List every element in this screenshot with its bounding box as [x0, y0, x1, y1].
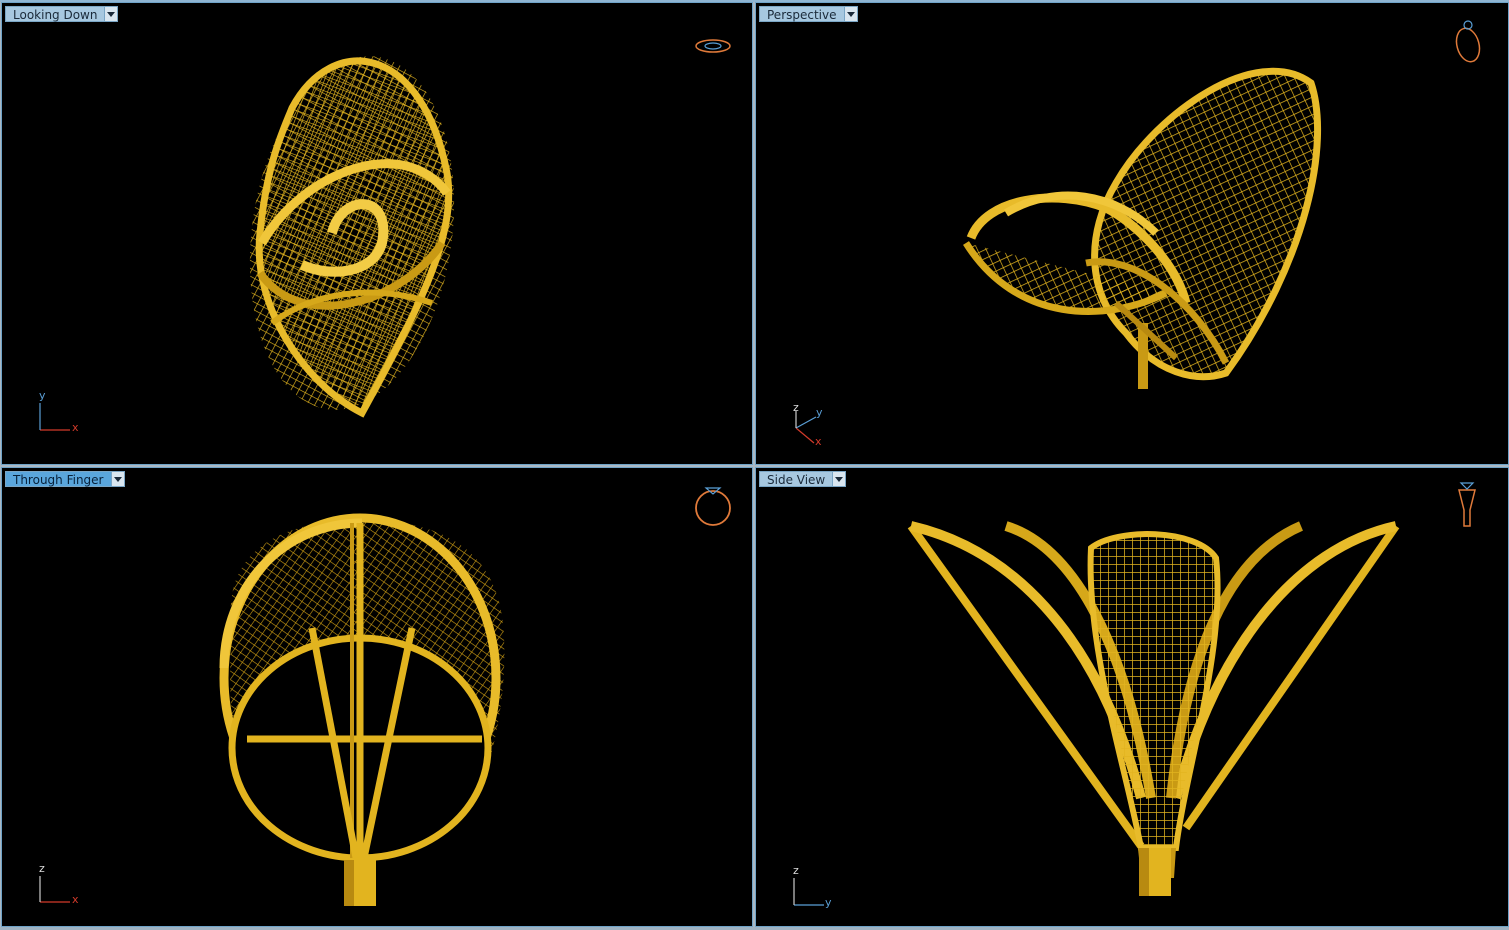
app-frame: Looking Down y x Perspective z y x Throu… — [0, 0, 1509, 930]
looking-down-model — [39, 39, 731, 431]
nav-ring-icon[interactable] — [695, 39, 731, 53]
axis-indicator — [39, 876, 70, 903]
viewport-perspective[interactable]: Perspective z y x — [755, 2, 1509, 465]
axis-label-2: x — [72, 893, 79, 906]
ring-side-shape — [907, 521, 1400, 896]
axis-label-2: x — [72, 421, 79, 434]
axis-label-1: z — [793, 401, 799, 414]
axis-indicator — [39, 403, 70, 431]
viewport-side-view[interactable]: Side View z y — [755, 467, 1509, 927]
viewport-through-finger[interactable]: Through Finger z x — [1, 467, 753, 927]
axis-label-1: z — [39, 862, 45, 875]
nav-ring-icon[interactable] — [1453, 20, 1483, 64]
ring-perspective-shape — [963, 67, 1322, 389]
ring-front-shape — [219, 513, 505, 906]
viewport-title-menu[interactable]: Through Finger — [5, 471, 125, 487]
viewport-title[interactable]: Perspective — [759, 6, 845, 22]
nav-ring-icon[interactable] — [695, 487, 731, 526]
viewport-title-menu[interactable]: Side View — [759, 471, 847, 487]
axis-label-3: x — [815, 435, 822, 448]
ring-top-shape — [249, 56, 455, 418]
axis-label-2: y — [825, 896, 832, 909]
through-finger-model — [39, 487, 731, 906]
perspective-model — [795, 20, 1483, 444]
nav-ring-icon[interactable] — [1458, 482, 1476, 527]
viewport-title-menu[interactable]: Looking Down — [5, 6, 119, 22]
side-view-model — [793, 482, 1476, 906]
viewport-title[interactable]: Through Finger — [5, 471, 112, 487]
viewport-looking-down[interactable]: Looking Down y x — [1, 2, 753, 465]
axis-indicator — [795, 411, 817, 444]
axis-label-2: y — [816, 406, 823, 419]
viewport-title[interactable]: Side View — [759, 471, 834, 487]
viewport-title-menu[interactable]: Perspective — [759, 6, 858, 22]
viewport-dropdown-icon[interactable] — [105, 6, 119, 22]
viewport-dropdown-icon[interactable] — [833, 471, 847, 487]
axis-label-1: y — [39, 389, 46, 402]
viewport-title[interactable]: Looking Down — [5, 6, 106, 22]
axis-indicator — [793, 878, 824, 906]
viewport-dropdown-icon[interactable] — [844, 6, 858, 22]
axis-label-1: z — [793, 864, 799, 877]
viewport-dropdown-icon[interactable] — [111, 471, 125, 487]
